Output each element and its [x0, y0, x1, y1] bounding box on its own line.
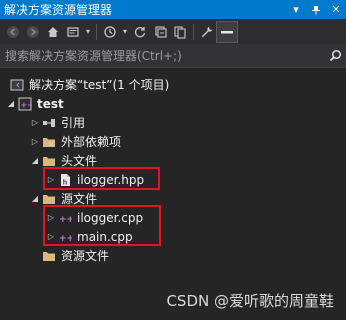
source-files-label: 源文件 [61, 192, 98, 206]
tree-item-ilogger-cpp[interactable]: ▷ ++ ilogger.cpp [0, 208, 346, 227]
tree-item-header-files-filter[interactable]: ◢ 头文件 [0, 151, 346, 170]
history-icon[interactable] [100, 22, 120, 42]
toolbar-separator [193, 23, 194, 40]
expanded-arrow-icon[interactable]: ◢ [30, 189, 40, 208]
external-dependencies-icon [40, 132, 58, 151]
forward-icon[interactable] [23, 22, 43, 42]
expanded-arrow-icon[interactable]: ◢ [30, 151, 40, 170]
references-icon [40, 113, 58, 132]
solution-label: 解决方案“test”(1 个项目) [29, 78, 170, 92]
search-icon[interactable] [324, 45, 346, 67]
filter-folder-icon [40, 151, 58, 170]
svg-text:++: ++ [21, 100, 33, 109]
tree-item-main-cpp[interactable]: ▷ ++ main.cpp [0, 227, 346, 246]
show-all-files-icon[interactable] [170, 22, 190, 42]
file-label: ilogger.cpp [77, 210, 144, 225]
history-dropdown[interactable]: ▾ [120, 22, 130, 42]
close-icon[interactable]: ✕ [326, 0, 346, 19]
external-dependencies-label: 外部依赖项 [61, 135, 122, 149]
expanded-arrow-icon[interactable]: ◢ [6, 94, 16, 113]
home-icon[interactable] [43, 22, 63, 42]
collapsed-arrow-icon[interactable]: ▷ [30, 113, 40, 132]
tree-item-external-dependencies[interactable]: ▷ 外部依赖项 [0, 132, 346, 151]
collapsed-arrow-icon[interactable]: ▷ [30, 132, 40, 151]
collapse-all-icon[interactable] [150, 22, 170, 42]
filter-folder-icon [40, 246, 58, 265]
dropdown-icon[interactable]: ▾ [286, 0, 306, 19]
tree-item-solution[interactable]: 解决方案“test”(1 个项目) [0, 75, 346, 94]
collapsed-arrow-icon[interactable]: ▷ [46, 227, 56, 246]
solution-explorer-toolbar: ▾ ▾ [0, 19, 346, 44]
svg-text:++: ++ [59, 234, 72, 244]
filter-folder-icon [40, 189, 58, 208]
tree-item-ilogger-hpp[interactable]: ▷ h ilogger.hpp [0, 170, 346, 189]
resource-files-label: 资源文件 [61, 249, 110, 263]
collapsed-arrow-icon[interactable]: ▷ [46, 208, 56, 227]
references-label: 引用 [61, 116, 86, 130]
back-icon[interactable] [3, 22, 23, 42]
tree-item-project[interactable]: ◢ ++ test [0, 94, 346, 113]
project-label: test [37, 96, 64, 111]
search-bar [0, 44, 346, 68]
file-label: ilogger.hpp [77, 172, 145, 187]
svg-text:++: ++ [59, 215, 72, 225]
file-label: main.cpp [77, 229, 133, 244]
collapsed-arrow-icon[interactable]: ▷ [46, 170, 56, 189]
pin-icon[interactable] [306, 0, 326, 19]
preview-selected-icon[interactable] [216, 20, 238, 43]
cpp-file-icon: ++ [56, 208, 74, 227]
cpp-file-icon: ++ [56, 227, 74, 246]
cpp-project-icon: ++ [16, 94, 34, 113]
header-files-label: 头文件 [61, 154, 98, 168]
header-file-icon: h [56, 170, 74, 189]
switch-views-icon[interactable] [63, 22, 83, 42]
solution-icon [8, 75, 26, 94]
tree-item-resource-files-filter[interactable]: 资源文件 [0, 246, 346, 265]
watermark: CSDN @爱听歌的周童鞋 [166, 292, 334, 310]
svg-text:h: h [63, 178, 68, 186]
properties-wrench-icon[interactable] [197, 22, 217, 42]
tree-item-references[interactable]: ▷ 引用 [0, 113, 346, 132]
tree-item-source-files-filter[interactable]: ◢ 源文件 [0, 189, 346, 208]
sync-icon[interactable] [130, 22, 150, 42]
search-input[interactable] [0, 44, 324, 67]
toolbar-separator [96, 23, 97, 40]
window-titlebar: 解决方案资源管理器 ▾ ✕ [0, 0, 346, 19]
switch-views-dropdown[interactable]: ▾ [83, 22, 93, 42]
window-title: 解决方案资源管理器 [4, 3, 113, 17]
